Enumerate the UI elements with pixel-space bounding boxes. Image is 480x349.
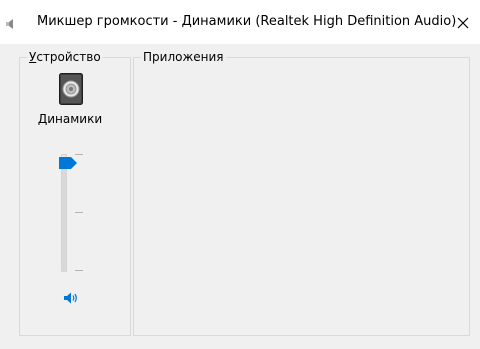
speaker-icon	[3, 16, 19, 32]
speaker-volume-icon	[64, 292, 77, 304]
close-button[interactable]	[446, 8, 480, 38]
slider-tick	[75, 212, 83, 213]
close-icon	[457, 17, 469, 29]
slider-tick	[75, 270, 83, 271]
title-bar: Микшер громкости - Динамики (Realtek Hig…	[0, 0, 480, 44]
applications-groupbox	[133, 57, 470, 336]
slider-fill	[62, 159, 66, 271]
device-name-label[interactable]: Динамики	[19, 112, 121, 126]
volume-mixer-window: Микшер громкости - Динамики (Realtek Hig…	[0, 0, 480, 349]
slider-thumb[interactable]	[59, 154, 77, 169]
window-title: Микшер громкости - Динамики (Realtek Hig…	[37, 14, 457, 29]
device-volume-slider[interactable]	[54, 146, 94, 276]
mute-button[interactable]	[62, 290, 80, 306]
device-group-label: Устройство	[27, 50, 103, 64]
applications-group-label: Приложения	[141, 50, 226, 64]
speaker-device-icon[interactable]	[59, 73, 83, 105]
